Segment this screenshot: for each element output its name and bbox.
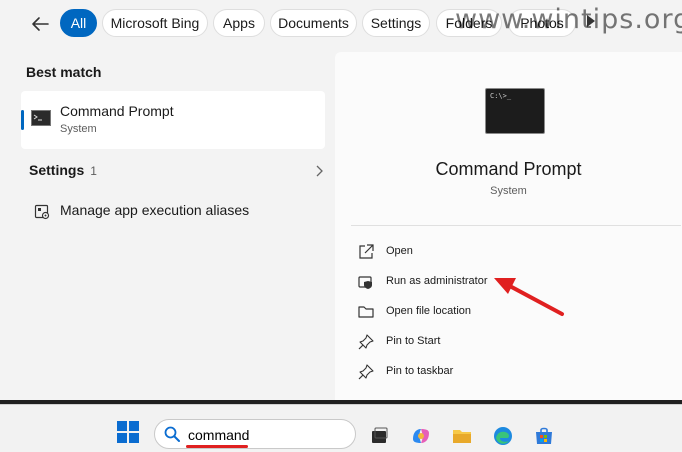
command-prompt-large-icon: C:\>_ <box>485 88 545 134</box>
pin-icon <box>358 364 374 380</box>
best-match-subtitle: System <box>60 123 97 135</box>
settings-count: 1 <box>90 164 97 178</box>
detail-divider <box>351 225 681 226</box>
filter-microsoft-bing[interactable]: Microsoft Bing <box>102 9 208 37</box>
start-search-window: All Microsoft Bing Apps Documents Settin… <box>0 0 682 450</box>
best-match-result[interactable]: Command Prompt System <box>21 91 325 149</box>
filter-settings[interactable]: Settings <box>362 9 430 37</box>
search-text-underline-annotation <box>186 445 248 448</box>
edge-icon[interactable] <box>492 425 514 447</box>
arrow-left-icon <box>32 17 49 31</box>
detail-title: Command Prompt <box>435 159 582 179</box>
watermark: www.wintips.org <box>455 4 682 35</box>
filter-all[interactable]: All <box>60 9 97 37</box>
detail-pane: C:\>_ Command Prompt System Open Run as … <box>335 52 682 404</box>
app-aliases-icon <box>34 204 50 220</box>
action-open-label: Open <box>386 245 413 257</box>
filter-apps[interactable]: Apps <box>213 9 265 37</box>
task-view-icon[interactable] <box>368 425 390 447</box>
red-arrow-annotation <box>494 278 564 316</box>
filter-documents[interactable]: Documents <box>270 9 357 37</box>
action-open-file-location-label: Open file location <box>386 305 471 317</box>
detail-subtitle: System <box>490 185 527 197</box>
settings-result-item[interactable]: Manage app execution aliases <box>34 200 324 224</box>
copilot-icon[interactable] <box>410 425 432 447</box>
action-pin-to-taskbar[interactable]: Pin to taskbar <box>357 359 657 385</box>
best-match-title: Command Prompt <box>60 103 174 119</box>
command-prompt-icon <box>31 110 51 126</box>
chevron-right-icon <box>316 165 323 177</box>
action-run-as-admin-label: Run as administrator <box>386 275 488 287</box>
action-open[interactable]: Open <box>357 239 657 265</box>
start-icon[interactable] <box>117 421 139 443</box>
taskbar-search-text: command <box>188 427 250 443</box>
admin-shield-icon <box>358 276 372 289</box>
back-button[interactable] <box>26 11 54 37</box>
search-icon <box>164 426 180 442</box>
action-pin-to-taskbar-label: Pin to taskbar <box>386 365 454 377</box>
pin-icon <box>358 334 374 350</box>
file-explorer-icon[interactable] <box>451 425 473 447</box>
taskbar-search-box[interactable]: command <box>154 419 356 449</box>
best-match-heading: Best match <box>26 64 102 80</box>
action-pin-to-start-label: Pin to Start <box>386 335 441 347</box>
action-pin-to-start[interactable]: Pin to Start <box>357 329 657 355</box>
settings-section-header[interactable]: Settings 1 <box>29 162 329 184</box>
settings-heading: Settings <box>29 162 85 178</box>
selection-indicator <box>21 110 24 130</box>
folder-icon <box>358 306 374 318</box>
search-panel: All Microsoft Bing Apps Documents Settin… <box>0 0 682 404</box>
settings-result-label: Manage app execution aliases <box>60 202 250 218</box>
open-external-icon <box>359 244 374 259</box>
store-icon[interactable] <box>533 425 555 447</box>
taskbar: command <box>0 404 682 450</box>
cmd-icon-glyph: C:\>_ <box>490 92 512 100</box>
